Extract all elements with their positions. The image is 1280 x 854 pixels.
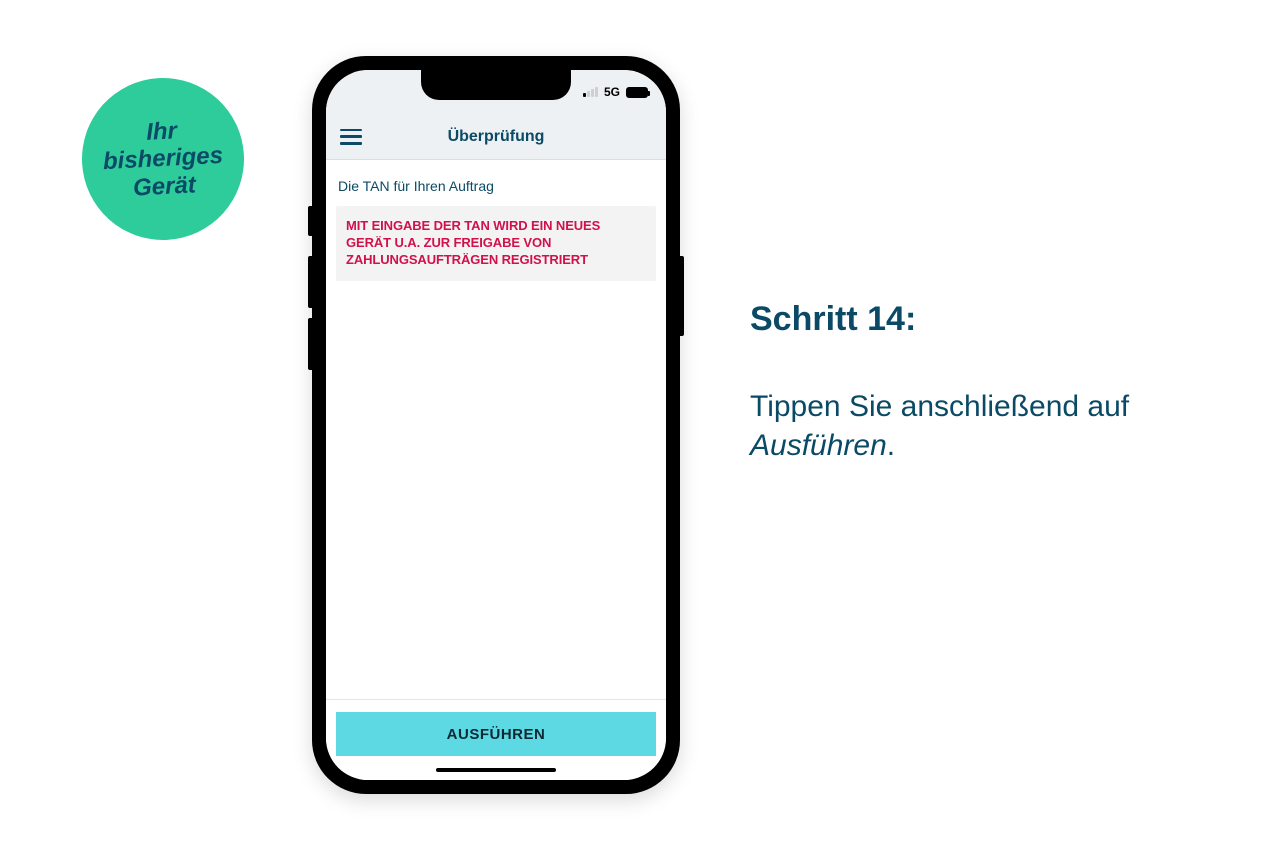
step-body-prefix: Tippen Sie anschließend auf — [750, 390, 1129, 423]
phone-frame: 5G Überprüfung Die TAN für Ihren Auftrag… — [312, 56, 680, 794]
app-header: Überprüfung — [326, 114, 666, 160]
badge-line-3: Gerät — [132, 171, 196, 201]
tan-instruction-label: Die TAN für Ihren Auftrag — [336, 178, 656, 194]
page-title: Überprüfung — [448, 128, 545, 146]
phone-screen: 5G Überprüfung Die TAN für Ihren Auftrag… — [326, 70, 666, 780]
phone-volume-down — [308, 318, 312, 370]
instruction-panel: Schritt 14: Tippen Sie anschließend auf … — [750, 300, 1210, 465]
warning-text: MIT EINGABE DER TAN WIRD EIN NEUES GERÄT… — [346, 218, 646, 269]
menu-icon[interactable] — [340, 129, 362, 145]
battery-icon — [626, 87, 648, 98]
network-type-label: 5G — [604, 85, 620, 99]
app-content: Die TAN für Ihren Auftrag MIT EINGABE DE… — [326, 160, 666, 699]
badge-line-2: bisheriges — [102, 142, 223, 175]
step-body-italic: Ausführen — [750, 429, 887, 462]
previous-device-badge: Ihr bisheriges Gerät — [78, 74, 248, 244]
phone-notch — [421, 70, 571, 100]
warning-box: MIT EINGABE DER TAN WIRD EIN NEUES GERÄT… — [336, 206, 656, 281]
step-heading: Schritt 14: — [750, 300, 1210, 339]
badge-line-1: Ihr — [146, 117, 178, 146]
step-body-suffix: . — [887, 429, 895, 462]
phone-volume-up — [308, 256, 312, 308]
phone-mute-switch — [308, 206, 312, 236]
signal-strength-icon — [583, 87, 598, 97]
phone-power-button — [680, 256, 684, 336]
execute-button[interactable]: AUSFÜHREN — [336, 712, 656, 756]
step-body: Tippen Sie anschließend auf Ausführen. — [750, 387, 1210, 465]
home-indicator[interactable] — [436, 768, 556, 772]
